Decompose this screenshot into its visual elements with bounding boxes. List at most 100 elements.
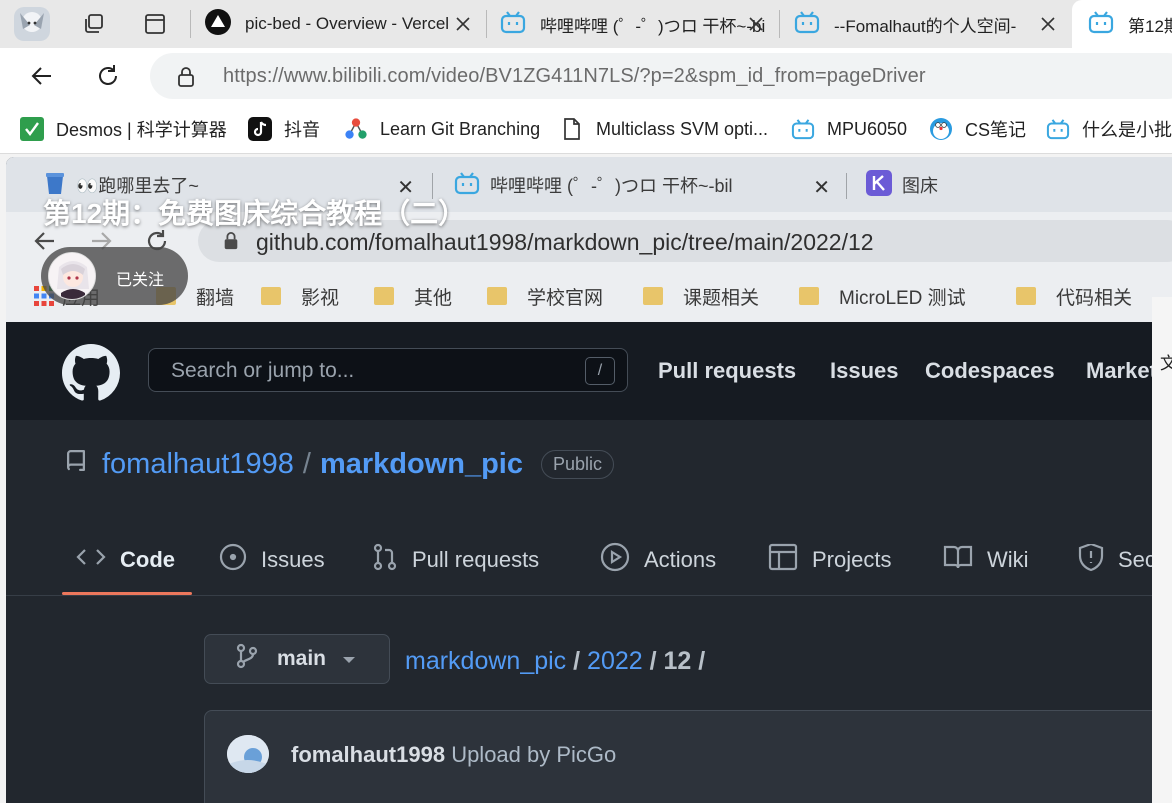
repo-tab-actions: Actions [600,542,717,578]
bookmark-mpu6050[interactable]: MPU6050 [791,116,907,142]
bookmarks-bar: Desmos | 科学计算器 抖音 Learn Git Branching Mu… [0,104,1172,154]
bookmark-label: Learn Git Branching [380,118,541,139]
url-path: /video/BV1ZG411N7LS/?p=2&spm_id_from=pag… [425,65,926,87]
breadcrumb-month: 12 [663,647,692,675]
repo-tab-label: Wiki [987,547,1029,572]
bookmark-cs-notes[interactable]: CS笔记 [929,116,1026,142]
recorded-bookmark-label: 代码相关 [1056,287,1133,309]
recorded-bookmark-folder: 课题相关 [643,282,759,310]
repo-heading: fomalhaut1998 / markdown_pic Public [64,448,615,481]
tab-title: --Fomalhaut的个人空间- [834,16,1017,36]
breadcrumb-year: 2022 [587,647,643,675]
github-nav-codespaces: Codespaces [925,358,1055,383]
recorded-url: github.com/fomalhaut1998/markdown_pic/tr… [256,229,874,255]
close-icon[interactable] [453,14,473,34]
commit-user: fomalhaut1998 [291,742,446,767]
lock-icon [222,231,240,256]
repo-tab-label: Issues [261,547,325,572]
side-text: 文 [1160,354,1172,373]
recorded-tab-title: 哔哩哔哩 (゜-゜)つロ 干杯~-bil [490,176,733,196]
video-title: 第12期：免费图床综合教程（二） [43,198,467,229]
browser-tab-fomalhaut[interactable]: --Fomalhaut的个人空间- [794,0,1058,48]
github-repo-page: fomalhaut1998 / markdown_pic Public Code… [6,420,1172,803]
uploader-avatar[interactable] [48,252,96,300]
play-icon [600,542,630,578]
recorded-side-panel: 文 [1152,297,1172,803]
bookmark-label: Multiclass SVM opti... [596,118,769,139]
recorded-bookmark-folder: 学校官网 [487,282,603,310]
tab-strip: pic-bed - Overview - Vercel 哔哩哔哩 (゜-゜)つロ… [0,0,1172,48]
navigation-bar: https://www.bilibili.com/video/BV1ZG411N… [0,48,1172,104]
recorded-bookmark-folder: 其他 [374,282,452,310]
breadcrumb-separator: / [649,647,664,675]
bookmark-douyin[interactable]: 抖音 [248,116,320,142]
folder-icon [799,287,819,305]
folder-icon [487,287,507,305]
shield-icon [1078,544,1104,576]
back-button[interactable] [22,58,62,94]
lock-icon[interactable] [176,66,196,93]
repo-tab-label: Pull requests [412,547,540,572]
document-icon [560,117,584,141]
browser-tab-vercel[interactable]: pic-bed - Overview - Vercel [205,0,473,48]
book-icon [943,544,973,576]
close-icon[interactable] [746,14,766,34]
repo-owner: fomalhaut1998 [102,448,294,480]
bilibili-icon [1046,117,1070,141]
search-placeholder: Search or jump to... [171,359,355,382]
git-branching-icon [344,117,368,141]
tiktok-icon [248,117,272,141]
address-bar[interactable]: https://www.bilibili.com/video/BV1ZG411N… [150,53,1172,99]
folder-icon [374,287,394,305]
repo-tab-label: Actions [644,547,717,572]
repo-separator: / [302,448,311,480]
repo-tab-pull-requests: Pull requests [372,543,540,576]
commit-text: fomalhaut1998 Upload by PicGo [291,742,616,768]
folder-icon [1016,287,1036,305]
breadcrumb-separator: / [698,647,706,675]
close-icon: ✕ [813,177,830,199]
recorded-tab-3: 图床 [866,168,986,202]
bookmark-learn-git[interactable]: Learn Git Branching [344,116,540,142]
bookmark-minibatch[interactable]: 什么是小批 [1046,116,1172,142]
github-nav-issues: Issues [830,358,899,383]
repo-name: markdown_pic [319,448,523,480]
workspaces-icon[interactable] [75,7,111,41]
code-icon [76,546,106,574]
browser-tab-bilibili[interactable]: 哔哩哔哩 (゜-゜)つロ 干杯~-bilibili [500,0,766,48]
vertical-tabs-icon[interactable] [137,7,173,41]
folder-icon [643,287,663,305]
recorded-bookmark-folder: 代码相关 [1016,282,1132,310]
bookmark-svm[interactable]: Multiclass SVM opti... [560,116,768,142]
recorded-bookmark-label: MicroLED 测试 [839,287,966,309]
commit-avatar [227,735,269,773]
url-text: https://www.bilibili.com/video/BV1ZG411N… [223,65,926,88]
tab-title: 哔哩哔哩 (゜-゜)つロ 干杯~-bilibili [540,16,766,36]
browser-tab-active[interactable]: 第12期 [1072,0,1172,48]
recorded-bookmark-label: 影视 [301,287,340,309]
tab-divider [6,595,1172,596]
close-icon[interactable] [1038,14,1058,34]
breadcrumb-separator: / [573,647,588,675]
bilibili-icon [794,10,820,39]
recorded-bookmark-folder: MicroLED 测试 [799,282,966,310]
follow-button[interactable]: 已关注 [41,247,188,305]
repo-icon [64,449,88,480]
git-branch-icon [235,643,259,675]
branch-name: main [277,647,327,670]
profile-avatar[interactable] [14,7,50,41]
repo-tab-issues: Issues [219,543,325,576]
repo-tab-projects: Projects [768,543,891,576]
recorded-tab-2: 哔哩哔哩 (゜-゜)つロ 干杯~-bil ✕ [454,168,830,202]
desmos-icon [20,117,44,141]
bilibili-icon [1088,10,1114,39]
bookmark-desmos[interactable]: Desmos | 科学计算器 [20,116,227,142]
bookmark-label: MPU6050 [827,118,908,139]
slash-key-hint: / [585,357,615,385]
bilibili-icon [791,117,815,141]
commit-message: Upload by PicGo [451,742,617,767]
refresh-button[interactable] [88,58,128,94]
video-player[interactable]: 👀跑哪里去了~ ✕ 哔哩哔哩 (゜-゜)つロ 干杯~-bil ✕ 图床 gith… [6,157,1172,803]
recorded-tab-title: 图床 [902,176,938,196]
repo-tab-label: Code [120,547,175,572]
